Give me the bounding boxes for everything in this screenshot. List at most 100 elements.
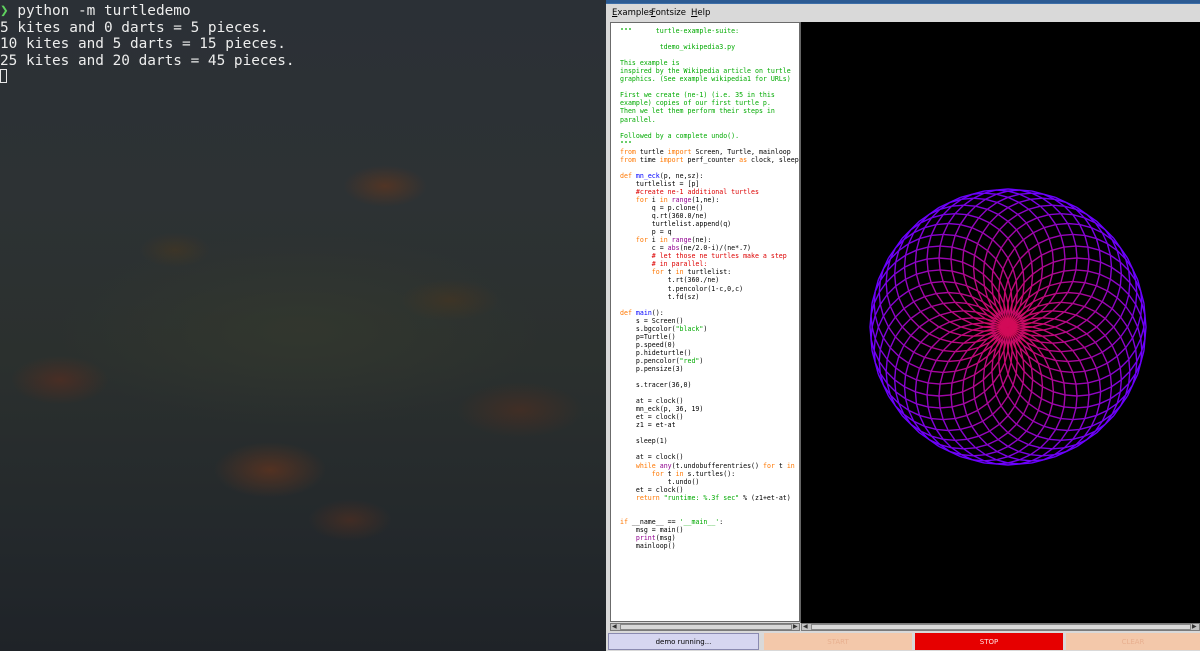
rosette-segment	[1016, 222, 1027, 231]
rosette-segment	[995, 394, 1002, 407]
rosette-segment	[1039, 438, 1050, 449]
prompt-icon: ❯	[0, 3, 9, 19]
rosette-segment	[1072, 407, 1077, 420]
rosette-segment	[983, 382, 994, 393]
rosette-segment	[1135, 349, 1138, 362]
rosette-segment	[975, 205, 988, 210]
rosette-segment	[996, 456, 1009, 461]
rosette-segment	[928, 245, 941, 248]
rosette-segment	[1043, 415, 1050, 427]
rosette-segment	[947, 351, 956, 362]
rosette-segment	[914, 262, 918, 275]
rosette-segment	[997, 432, 1009, 441]
terminal-command-line: ❯ python -m turtledemo	[0, 3, 295, 20]
rosette-segment	[1019, 394, 1029, 404]
rosette-segment	[973, 197, 986, 200]
rosette-segment	[1055, 428, 1068, 432]
rosette-segment	[1041, 398, 1053, 405]
rosette-segment	[889, 336, 897, 349]
rosette-segment	[1007, 439, 1019, 448]
scrollbar-thumb[interactable]	[620, 624, 792, 630]
rosette-segment	[1079, 360, 1086, 372]
stop-button[interactable]: STOP	[915, 633, 1063, 650]
rosette-segment	[1022, 270, 1025, 283]
rosette-segment	[966, 438, 977, 449]
rosette-segment	[1087, 246, 1100, 251]
rosette-segment	[1084, 341, 1096, 349]
rosette-segment	[1048, 403, 1054, 416]
clear-button[interactable]: CLEAR	[1066, 633, 1200, 650]
rosette-segment	[898, 297, 905, 309]
rosette-segment	[1095, 368, 1101, 381]
menu-examples[interactable]: Examples	[612, 8, 653, 18]
rosette-segment	[1014, 247, 1021, 260]
source-code-pane[interactable]: """ turtle-example-suite: tdemo_wikipedi…	[610, 22, 800, 622]
rosette-segment	[1060, 371, 1065, 384]
rosette-segment	[1067, 223, 1074, 235]
rosette-segment	[1075, 269, 1088, 272]
rosette-segment	[886, 347, 891, 360]
scroll-right-icon[interactable]: ▶	[793, 623, 798, 630]
rosette-segment	[961, 318, 973, 325]
scroll-left-icon[interactable]: ◀	[803, 623, 808, 630]
rosette-segment	[894, 308, 905, 318]
rosette-segment	[905, 273, 917, 280]
rosette-segment	[1004, 350, 1009, 363]
rosette-segment	[954, 418, 961, 430]
rosette-segment	[1075, 333, 1088, 340]
rosette-segment	[1049, 414, 1062, 420]
rosette-segment	[951, 270, 964, 275]
rosette-segment	[1128, 349, 1137, 360]
rosette-segment	[1022, 371, 1025, 384]
start-button[interactable]: START	[764, 633, 912, 650]
rosette-segment	[949, 326, 962, 333]
rosette-segment	[1063, 341, 1074, 352]
scroll-left-icon[interactable]: ◀	[612, 623, 617, 630]
rosette-segment	[1101, 351, 1108, 364]
rosette-segment	[961, 262, 965, 275]
rosette-segment	[893, 367, 897, 380]
turtle-canvas[interactable]	[800, 22, 1200, 623]
rosette-segment	[1028, 435, 1038, 446]
rosette-segment	[1038, 409, 1050, 417]
rosette-segment	[894, 379, 905, 388]
rosette-segment	[951, 311, 962, 320]
rosette-segment	[919, 367, 932, 373]
rosette-segment	[963, 249, 975, 256]
canvas-horizontal-scrollbar[interactable]: ◀ ▶	[801, 623, 1200, 631]
rosette-segment	[996, 190, 1009, 195]
rosette-segment	[879, 294, 888, 305]
rosette-segment	[939, 407, 944, 420]
rosette-segment	[908, 285, 920, 292]
rosette-segment	[989, 222, 1000, 231]
rosette-segment	[1072, 293, 1081, 304]
code-horizontal-scrollbar[interactable]: ◀ ▶	[610, 623, 800, 631]
rosette-segment	[871, 326, 876, 339]
rosette-segment	[949, 331, 962, 336]
rosette-segment	[1140, 315, 1145, 328]
rosette-segment	[1032, 266, 1043, 275]
rosette-segment	[1014, 239, 1024, 249]
rosette-segment	[1007, 193, 1020, 198]
scrollbar-thumb[interactable]	[811, 624, 1191, 630]
rosette-segment	[992, 229, 1001, 241]
rosette-segment	[878, 349, 881, 362]
terminal-output-line: 5 kites and 0 darts = 5 pieces.	[0, 19, 269, 36]
rosette-segment	[1075, 257, 1078, 271]
rosette-segment	[879, 304, 885, 317]
rosette-segment	[1031, 322, 1044, 325]
scroll-right-icon[interactable]: ▶	[1192, 623, 1197, 630]
rosette-segment	[1032, 420, 1045, 427]
rosette-segment	[1060, 370, 1073, 374]
rosette-segment	[913, 301, 922, 313]
menu-help[interactable]: Help	[691, 8, 710, 18]
menu-fontsize[interactable]: Fontsize	[651, 8, 686, 18]
rosette-segment	[962, 386, 974, 393]
rosette-segment	[977, 232, 984, 244]
rosette-segment	[1075, 395, 1078, 409]
rosette-segment	[1043, 223, 1056, 229]
rosette-segment	[1079, 356, 1092, 362]
terminal-window[interactable]: ❯ python -m turtledemo 5 kites and 0 dar…	[0, 0, 606, 651]
rosette-segment	[1017, 430, 1027, 441]
rosette-segment	[926, 394, 929, 407]
